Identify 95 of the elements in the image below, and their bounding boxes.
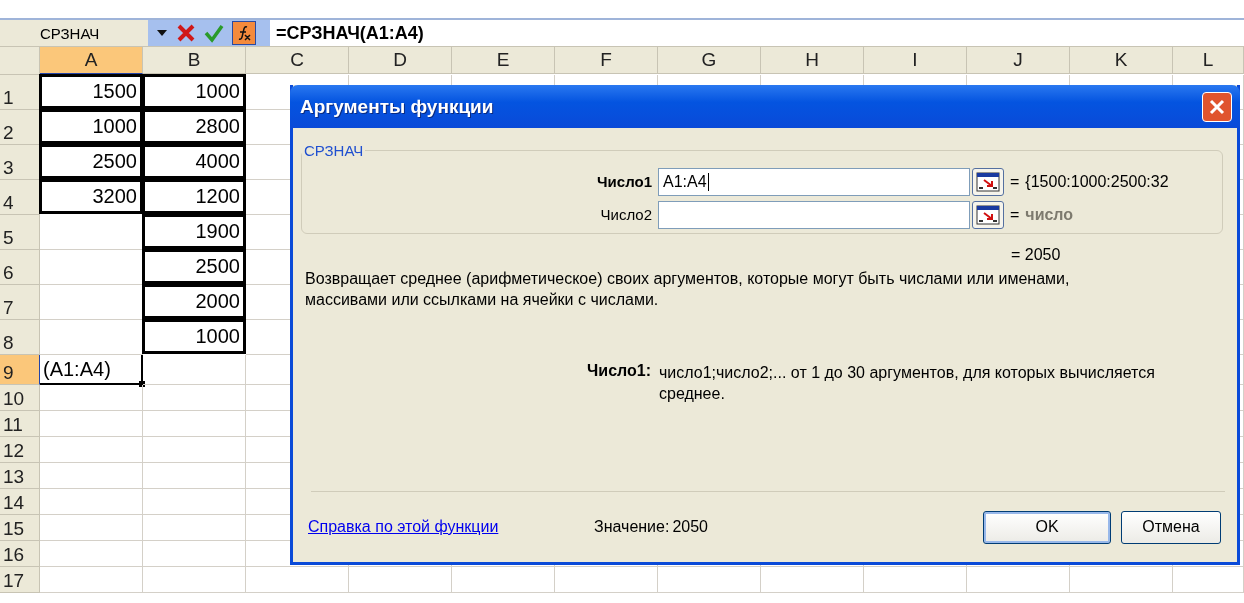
empty-cell[interactable] <box>761 567 864 593</box>
argument-help-label: Число1: <box>586 362 652 381</box>
empty-cell[interactable] <box>143 567 246 593</box>
cell[interactable]: 4000 <box>142 144 246 179</box>
cell[interactable]: 3200 <box>39 179 143 214</box>
check-icon[interactable] <box>204 23 224 43</box>
empty-cell[interactable] <box>143 411 246 437</box>
empty-cell[interactable] <box>143 385 246 411</box>
row-header[interactable]: 13 <box>0 463 40 489</box>
range-select-icon <box>976 171 1000 192</box>
select-all-corner[interactable] <box>0 47 40 75</box>
row-header[interactable]: 1 <box>0 75 40 110</box>
empty-cell[interactable] <box>658 567 761 593</box>
row-header[interactable]: 12 <box>0 437 40 463</box>
value-text: 2050 <box>672 518 709 536</box>
column-header[interactable]: H <box>761 47 864 74</box>
row-header[interactable]: 16 <box>0 541 40 567</box>
empty-cell[interactable] <box>1173 567 1244 593</box>
row-header[interactable]: 7 <box>0 285 40 320</box>
group-label: СРЗНАЧ <box>303 142 365 159</box>
insert-function-button[interactable] <box>232 21 256 45</box>
function-icon <box>236 25 252 41</box>
column-header[interactable]: D <box>349 47 452 74</box>
column-header[interactable]: B <box>143 47 246 74</box>
collapse-dialog-button[interactable] <box>972 200 1004 229</box>
column-header[interactable]: K <box>1070 47 1173 74</box>
row-header[interactable]: 8 <box>0 320 40 355</box>
column-header[interactable]: J <box>967 47 1070 74</box>
row-header[interactable]: 4 <box>0 180 40 215</box>
argument-help-text: число1;число2;... от 1 до 30 аргументов, для которых вычисляется среднее. <box>659 363 1156 404</box>
ok-button[interactable]: OK <box>983 510 1111 544</box>
column-header[interactable]: A <box>40 47 143 74</box>
empty-cell[interactable] <box>143 463 246 489</box>
empty-cell[interactable] <box>349 567 452 593</box>
name-box[interactable]: СРЗНАЧ <box>0 20 148 46</box>
cell[interactable]: 1000 <box>142 74 246 109</box>
cell[interactable]: 1200 <box>142 179 246 214</box>
close-button[interactable] <box>1202 91 1232 122</box>
close-icon <box>1208 97 1226 116</box>
column-header[interactable]: L <box>1173 47 1244 74</box>
help-link[interactable]: Справка по этой функции <box>308 518 594 536</box>
empty-cell[interactable] <box>1070 567 1173 593</box>
argument-field[interactable]: A1:A4 <box>658 167 970 196</box>
column-header[interactable]: E <box>452 47 555 74</box>
empty-cell[interactable] <box>143 489 246 515</box>
cell[interactable]: 2800 <box>142 109 246 144</box>
cell[interactable]: 1000 <box>39 109 143 144</box>
argument-label: Число1 <box>596 173 653 190</box>
column-header[interactable]: F <box>555 47 658 74</box>
argument-result: {1500:1000:2500:32 <box>1025 172 1169 191</box>
cell[interactable]: (A1:A4) <box>40 355 143 385</box>
empty-cell[interactable] <box>143 541 246 567</box>
row-header[interactable]: 11 <box>0 411 40 437</box>
column-header[interactable]: I <box>864 47 967 74</box>
row-header[interactable]: 2 <box>0 110 40 145</box>
empty-cell[interactable] <box>452 567 555 593</box>
cell[interactable]: 2000 <box>142 284 246 319</box>
empty-cell[interactable] <box>143 515 246 541</box>
argument-label: Число2 <box>599 206 653 223</box>
dropdown-arrow-icon[interactable] <box>156 29 168 37</box>
function-description: Возвращает среднее (арифметическое) своих аргументов, которые могут быть числами или именами, массивами или ссылками на ячейки с числами. <box>305 269 1071 310</box>
cell[interactable]: 2500 <box>142 249 246 284</box>
range-select-icon <box>976 204 1000 225</box>
empty-cell[interactable] <box>143 355 246 385</box>
argument-result: число <box>1025 205 1074 224</box>
row-header[interactable]: 9 <box>0 355 40 385</box>
cell[interactable]: 1000 <box>142 319 246 354</box>
cancel-icon[interactable] <box>176 23 196 43</box>
row-header[interactable]: 10 <box>0 385 40 411</box>
cell[interactable]: 1900 <box>142 214 246 249</box>
formula-result: = 2050 <box>1011 246 1061 264</box>
row-header[interactable]: 3 <box>0 145 40 180</box>
cell[interactable]: 2500 <box>39 144 143 179</box>
empty-cell[interactable] <box>967 567 1070 593</box>
empty-cell[interactable] <box>246 567 349 593</box>
row-header[interactable]: 17 <box>0 567 40 593</box>
cancel-button[interactable]: Отмена <box>1121 510 1221 544</box>
empty-cell[interactable] <box>864 567 967 593</box>
value-label: Значение: <box>594 518 670 536</box>
column-header[interactable]: G <box>658 47 761 74</box>
row-header[interactable]: 5 <box>0 215 40 250</box>
empty-cell[interactable] <box>143 437 246 463</box>
empty-cell[interactable] <box>555 567 658 593</box>
row-header[interactable]: 15 <box>0 515 40 541</box>
dialog-title: Аргументы функции <box>300 95 494 118</box>
collapse-dialog-button[interactable] <box>972 167 1004 196</box>
argument-field[interactable] <box>658 200 970 229</box>
row-header[interactable]: 6 <box>0 250 40 285</box>
cell[interactable]: 1500 <box>39 74 143 109</box>
equals-sign: = <box>1010 205 1020 224</box>
fill-handle[interactable] <box>139 381 145 387</box>
row-header[interactable]: 14 <box>0 489 40 515</box>
equals-sign: = <box>1010 172 1020 191</box>
formula-field[interactable]: =СРЗНАЧ(A1:A4) <box>270 20 1244 46</box>
column-header[interactable]: C <box>246 47 349 74</box>
